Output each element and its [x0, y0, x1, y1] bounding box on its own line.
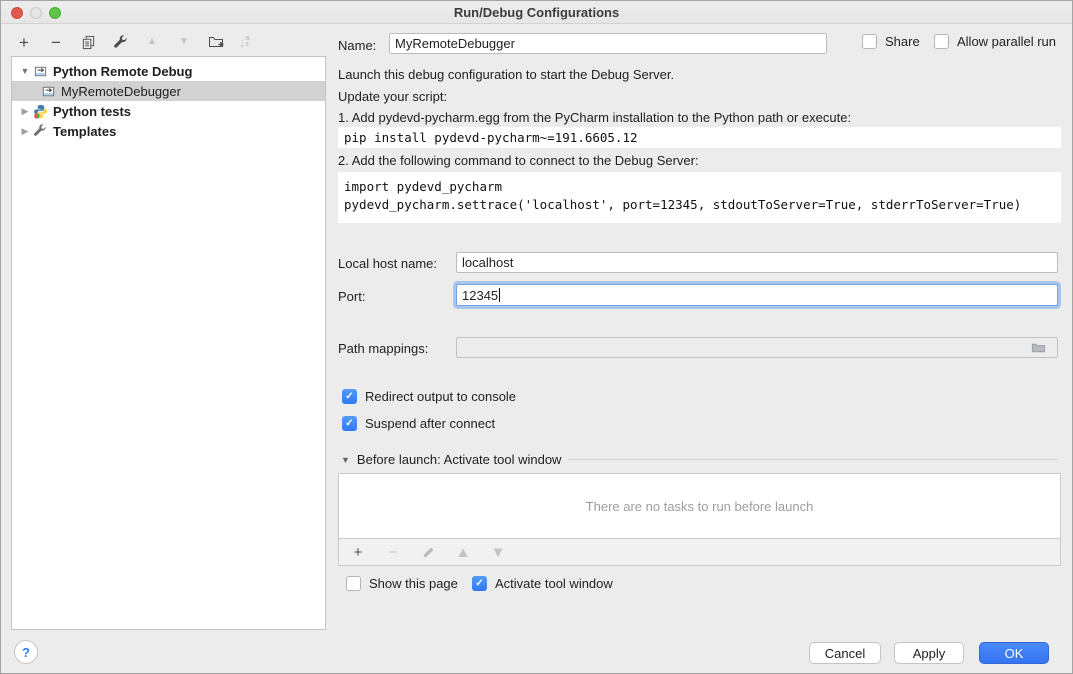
chevron-down-icon[interactable]: ▼	[341, 455, 350, 465]
help-button[interactable]: ?	[14, 640, 38, 664]
before-launch-title: Before launch: Activate tool window	[357, 452, 562, 467]
move-task-down-icon[interactable]: ▼	[489, 543, 507, 561]
local-host-name-input[interactable]	[456, 252, 1058, 273]
tree-item-label: Python Remote Debug	[53, 64, 192, 79]
ok-button[interactable]: OK	[979, 642, 1049, 664]
allow-parallel-run-checkbox[interactable]	[934, 34, 949, 49]
port-label: Port:	[338, 289, 365, 304]
share-option: Share	[862, 34, 920, 49]
configurations-tree: ▼ Python Remote Debug MyRemoteDebugger	[11, 56, 326, 630]
tree-item-templates[interactable]: ▶ Templates	[12, 121, 325, 141]
show-this-page-checkbox[interactable]	[346, 576, 361, 591]
tree-item-myremotedebugger[interactable]: MyRemoteDebugger	[12, 81, 325, 101]
show-this-page-option: Show this page	[346, 576, 458, 591]
empty-tasks-message: There are no tasks to run before launch	[586, 499, 814, 514]
remove-task-icon[interactable]: −	[384, 543, 402, 561]
folder-browse-icon[interactable]	[1030, 340, 1046, 356]
before-launch-toolbar: + − ▲ ▼	[338, 539, 1061, 566]
window-title: Run/Debug Configurations	[1, 5, 1072, 20]
code-line-settrace: pydevd_pycharm.settrace('localhost', por…	[344, 196, 1061, 214]
templates-wrench-icon	[32, 123, 48, 139]
move-down-icon[interactable]: ▼	[175, 33, 193, 51]
tree-item-label: Python tests	[53, 104, 131, 119]
local-host-name-label: Local host name:	[338, 256, 437, 271]
suspend-after-connect-checkbox[interactable]: ✓	[342, 416, 357, 431]
remote-debug-config-icon	[32, 63, 48, 79]
add-configuration-icon[interactable]: +	[15, 33, 33, 51]
section-divider	[568, 459, 1058, 460]
activate-tool-window-option: ✓ Activate tool window	[472, 576, 613, 591]
redirect-output-option: ✓ Redirect output to console	[342, 389, 516, 404]
new-folder-icon[interactable]	[207, 33, 225, 51]
path-mappings-input[interactable]	[456, 337, 1058, 358]
activate-tool-window-label: Activate tool window	[495, 576, 613, 591]
text-cursor	[499, 288, 500, 302]
edit-task-icon[interactable]	[419, 543, 437, 561]
before-launch-task-list: There are no tasks to run before launch	[338, 473, 1061, 539]
before-launch-header: ▼ Before launch: Activate tool window	[341, 452, 1058, 467]
chevron-down-icon[interactable]: ▼	[18, 66, 32, 76]
add-task-icon[interactable]: +	[349, 543, 367, 561]
allow-parallel-run-option: Allow parallel run	[934, 34, 1056, 49]
port-value: 12345	[462, 288, 498, 303]
redirect-output-checkbox[interactable]: ✓	[342, 389, 357, 404]
share-checkbox[interactable]	[862, 34, 877, 49]
tree-item-python-tests[interactable]: ▶ Python tests	[12, 101, 325, 121]
edit-templates-icon[interactable]	[111, 33, 129, 51]
share-label: Share	[885, 34, 920, 49]
settrace-code-block: import pydevd_pycharm pydevd_pycharm.set…	[338, 172, 1061, 223]
allow-parallel-run-label: Allow parallel run	[957, 34, 1056, 49]
sort-configurations-icon[interactable]: ↓ az	[239, 35, 249, 50]
copy-configuration-icon[interactable]	[79, 33, 97, 51]
description-launch-line: Launch this debug configuration to start…	[338, 67, 674, 82]
redirect-output-label: Redirect output to console	[365, 389, 516, 404]
show-this-page-label: Show this page	[369, 576, 458, 591]
apply-button[interactable]: Apply	[894, 642, 964, 664]
run-debug-configurations-dialog: Run/Debug Configurations + − ▲ ▼ ↓	[0, 0, 1073, 674]
configurations-toolbar: + − ▲ ▼ ↓ az	[15, 31, 249, 53]
move-up-icon[interactable]: ▲	[143, 33, 161, 51]
move-task-up-icon[interactable]: ▲	[454, 543, 472, 561]
python-tests-icon	[32, 103, 48, 119]
chevron-right-icon[interactable]: ▶	[18, 126, 32, 137]
suspend-after-connect-option: ✓ Suspend after connect	[342, 416, 495, 431]
remove-configuration-icon[interactable]: −	[47, 33, 65, 51]
name-label: Name:	[338, 38, 376, 53]
activate-tool-window-checkbox[interactable]: ✓	[472, 576, 487, 591]
title-bar: Run/Debug Configurations	[1, 1, 1072, 24]
tree-item-label: MyRemoteDebugger	[61, 84, 181, 99]
help-question-icon: ?	[22, 645, 30, 660]
remote-debug-config-icon	[40, 83, 56, 99]
tree-item-label: Templates	[53, 124, 116, 139]
pip-install-command: pip install pydevd-pycharm~=191.6605.12	[338, 127, 1061, 148]
cancel-button[interactable]: Cancel	[809, 642, 881, 664]
description-step2: 2. Add the following command to connect …	[338, 153, 699, 168]
path-mappings-label: Path mappings:	[338, 341, 428, 356]
chevron-right-icon[interactable]: ▶	[18, 106, 32, 117]
code-line-import: import pydevd_pycharm	[344, 178, 1061, 196]
suspend-after-connect-label: Suspend after connect	[365, 416, 495, 431]
description-step1: 1. Add pydevd-pycharm.egg from the PyCha…	[338, 110, 851, 125]
port-input[interactable]: 12345	[456, 284, 1058, 306]
pip-command-text: pip install pydevd-pycharm~=191.6605.12	[344, 129, 1061, 147]
description-update-line: Update your script:	[338, 89, 447, 104]
tree-item-python-remote-debug[interactable]: ▼ Python Remote Debug	[12, 61, 325, 81]
name-input[interactable]	[389, 33, 827, 54]
